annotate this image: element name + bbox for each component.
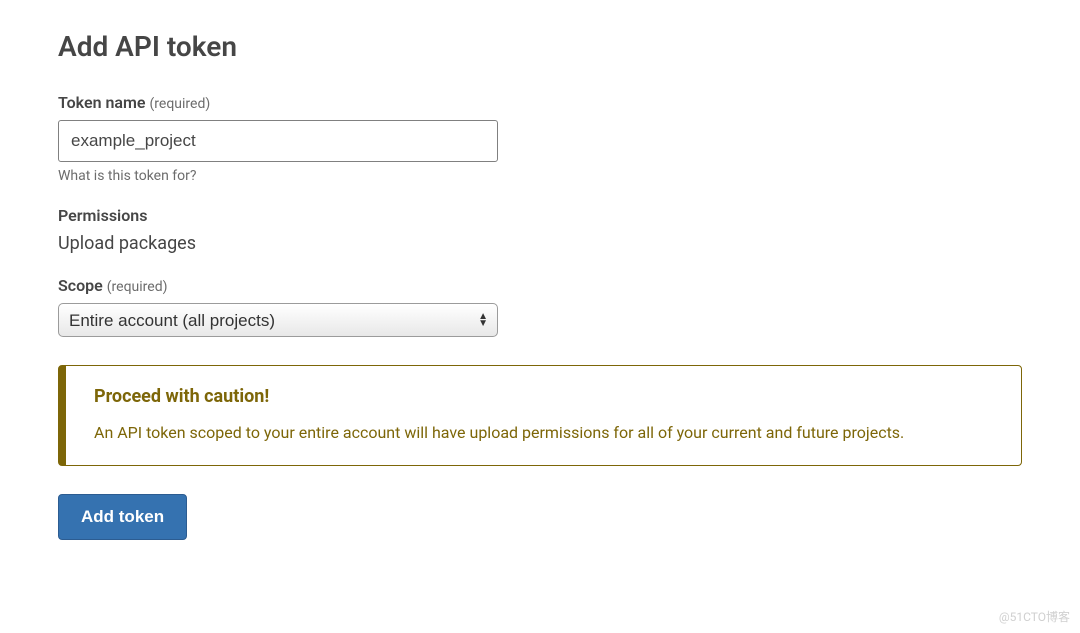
permissions-label: Permissions bbox=[58, 206, 147, 225]
caution-callout: Proceed with caution! An API token scope… bbox=[58, 365, 1022, 466]
add-token-button[interactable]: Add token bbox=[58, 494, 187, 540]
token-name-required-hint: (required) bbox=[150, 96, 211, 112]
scope-label-row: Scope (required) bbox=[58, 276, 1022, 295]
permissions-value: Upload packages bbox=[58, 233, 1022, 254]
scope-select-wrapper: Entire account (all projects) ▲▼ bbox=[58, 303, 498, 337]
scope-group: Scope (required) Entire account (all pro… bbox=[58, 276, 1022, 337]
scope-select[interactable]: Entire account (all projects) bbox=[58, 303, 498, 337]
callout-title: Proceed with caution! bbox=[94, 386, 997, 407]
page-title: Add API token bbox=[58, 30, 1022, 63]
token-name-group: Token name (required) What is this token… bbox=[58, 93, 1022, 184]
token-name-help: What is this token for? bbox=[58, 168, 1022, 184]
token-name-label-row: Token name (required) bbox=[58, 93, 1022, 112]
permissions-group: Permissions Upload packages bbox=[58, 206, 1022, 254]
scope-required-hint: (required) bbox=[107, 279, 168, 295]
callout-body: An API token scoped to your entire accou… bbox=[94, 421, 997, 445]
permissions-label-row: Permissions bbox=[58, 206, 1022, 225]
scope-label: Scope bbox=[58, 276, 103, 295]
token-name-label: Token name bbox=[58, 93, 146, 112]
token-name-input[interactable] bbox=[58, 120, 498, 162]
watermark-text: @51CTO博客 bbox=[999, 608, 1070, 625]
